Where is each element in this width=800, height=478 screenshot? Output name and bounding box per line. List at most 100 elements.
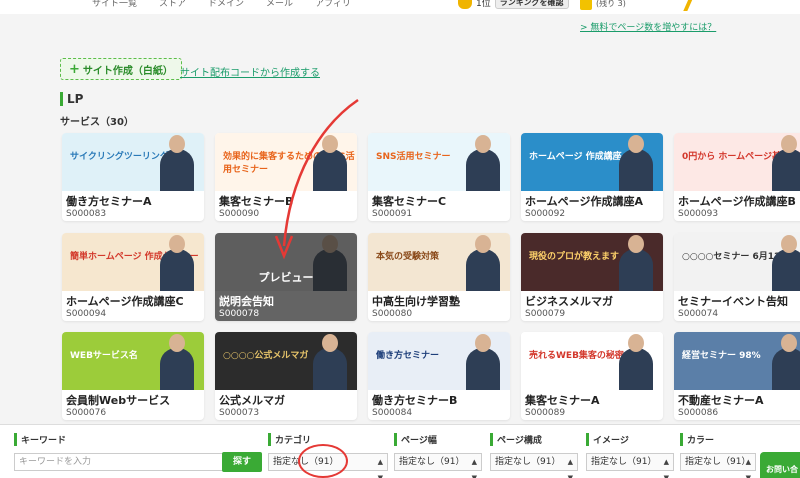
template-name: 集客セミナーC xyxy=(372,195,447,208)
plus-icon: + xyxy=(69,61,80,77)
thumbnail-headline: ○○○○公式メルマガ xyxy=(223,351,309,361)
services-count: サービス（30） xyxy=(60,117,134,128)
create-from-code-link[interactable]: サイト配布コードから作成する xyxy=(180,64,320,79)
annotation-circle xyxy=(298,444,348,478)
image-select[interactable]: 指定なし（91） ▲ ▼ xyxy=(586,453,674,478)
template-card[interactable]: ○○○○公式メルマガ公式メルマガ S000073 xyxy=(215,332,357,420)
nav-item-domain[interactable]: ドメイン xyxy=(208,0,244,9)
section-title: LP xyxy=(60,92,83,106)
top-nav: サイト一覧 ストア ドメイン メール アフィリ 1位 ランキングを確認 (残り … xyxy=(0,0,800,17)
keyword-label: キーワード xyxy=(14,433,66,446)
big-number: 7 xyxy=(680,0,696,17)
template-thumbnail: 売れるWEB集客の秘密 xyxy=(521,332,663,390)
image-label: イメージ xyxy=(586,433,629,446)
template-card[interactable]: ホームページ 作成講座 ホームページ作成講座A S000092 xyxy=(521,133,663,221)
template-name: ホームページ作成講座B xyxy=(678,195,796,208)
template-name: 働き方セミナーB xyxy=(372,394,458,407)
nav-item-store[interactable]: ストア xyxy=(159,0,186,9)
template-thumbnail: 簡単ホームページ 作成セミナー xyxy=(62,233,204,291)
thumbnail-headline: 経営セミナー 98% xyxy=(682,351,761,361)
template-card[interactable]: WEBサービス名 会員制Webサービス S000076 xyxy=(62,332,204,420)
chevron-down-icon: ▲ ▼ xyxy=(745,458,751,478)
template-card[interactable]: SNS活用セミナー 集客セミナーC S000091 xyxy=(368,133,510,221)
color-value: 指定なし（91） xyxy=(685,457,751,467)
thumbnail-person xyxy=(619,135,653,191)
thumbnail-person xyxy=(619,334,653,390)
width-label: ページ幅 xyxy=(394,433,437,446)
structure-select[interactable]: 指定なし（91） ▲ ▼ xyxy=(490,453,578,478)
template-card[interactable]: 売れるWEB集客の秘密 集客セミナーA S000089 xyxy=(521,332,663,420)
color-label: カラー xyxy=(680,433,714,446)
structure-value: 指定なし（91） xyxy=(495,457,561,467)
search-button[interactable]: 探す xyxy=(222,452,262,472)
color-select[interactable]: 指定なし（91） ▲ ▼ xyxy=(680,453,756,478)
thumbnail-person xyxy=(313,334,347,390)
template-name: ホームページ作成講座C xyxy=(66,295,184,308)
ranking-widget: 1位 ランキングを確認 xyxy=(458,0,569,9)
nav-item-sites[interactable]: サイト一覧 xyxy=(92,0,137,9)
document-icon xyxy=(580,0,592,10)
nav-item-affiliate[interactable]: アフィリ xyxy=(315,0,351,9)
template-name: 公式メルマガ xyxy=(219,394,285,407)
thumbnail-headline: 現役のプロが教えます xyxy=(529,252,620,262)
template-name: 不動産セミナーA xyxy=(678,394,764,407)
template-name: ホームページ作成講座A xyxy=(525,195,643,208)
thumbnail-headline: 働き方セミナー xyxy=(376,351,440,361)
template-card[interactable]: 0円から ホームページ基礎講座 ホームページ作成講座B S000093 xyxy=(674,133,800,221)
template-card[interactable]: サイクリングツーリング働き方セミナーA S000083 xyxy=(62,133,204,221)
filter-bar: キーワード キーワードを入力 探す カテゴリ 指定なし（91） ▲ ▼ ページ幅 … xyxy=(0,424,800,478)
chevron-down-icon: ▲ ▼ xyxy=(663,458,669,478)
template-code: S000090 xyxy=(219,209,260,219)
thumbnail-person xyxy=(772,235,800,291)
template-name: 中高生向け学習塾 xyxy=(372,295,460,308)
rank-label: 1位 xyxy=(476,0,491,9)
template-thumbnail: 経営セミナー 98% xyxy=(674,332,800,390)
template-code: S000073 xyxy=(219,408,260,418)
template-name: 説明会告知 xyxy=(219,295,274,308)
thumbnail-person xyxy=(466,334,500,390)
category-label: カテゴリ xyxy=(268,433,311,446)
template-card[interactable]: ○○○○セミナー 6月12日 セミナーイベント告知 S000074 xyxy=(674,233,800,321)
template-code: S000086 xyxy=(678,408,719,418)
trophy-icon xyxy=(458,0,472,9)
ranking-button[interactable]: ランキングを確認 xyxy=(494,0,569,9)
thumbnail-person xyxy=(466,235,500,291)
template-code: S000089 xyxy=(525,408,566,418)
thumbnail-headline: WEBサービス名 xyxy=(70,351,138,361)
keyword-input[interactable]: キーワードを入力 xyxy=(14,453,224,471)
thumbnail-person xyxy=(160,334,194,390)
create-button-label: サイト作成（白紙） xyxy=(82,65,173,77)
chevron-down-icon: ▲ ▼ xyxy=(471,458,477,478)
thumbnail-headline: 売れるWEB集客の秘密 xyxy=(529,351,624,361)
template-code: S000083 xyxy=(66,209,107,219)
template-card[interactable]: 本気の受験対策中高生向け学習塾 S000080 xyxy=(368,233,510,321)
pages-remaining: (残り 3) xyxy=(596,0,626,8)
template-code: S000079 xyxy=(525,309,566,319)
create-blank-site-button[interactable]: + サイト作成（白紙） xyxy=(60,58,182,80)
template-name: 会員制Webサービス xyxy=(66,394,171,407)
template-name: 働き方セミナーA xyxy=(66,195,152,208)
thumbnail-person xyxy=(160,135,194,191)
top-nav-links: サイト一覧 ストア ドメイン メール アフィリ xyxy=(92,0,351,9)
template-thumbnail: ○○○○セミナー 6月12日 xyxy=(674,233,800,291)
chevron-down-icon: ▲ ▼ xyxy=(567,458,573,478)
thumbnail-headline: サイクリングツーリング xyxy=(70,152,169,162)
inquiry-button[interactable]: お問い合 xyxy=(760,452,800,478)
template-card[interactable]: 簡単ホームページ 作成セミナー ホームページ作成講座C S000094 xyxy=(62,233,204,321)
template-thumbnail: 働き方セミナー xyxy=(368,332,510,390)
template-card[interactable]: 働き方セミナー 働き方セミナーB S000084 xyxy=(368,332,510,420)
image-value: 指定なし（91） xyxy=(591,457,657,467)
nav-item-mail[interactable]: メール xyxy=(266,0,293,9)
template-card[interactable]: 経営セミナー 98% 不動産セミナーA S000086 xyxy=(674,332,800,420)
thumbnail-person xyxy=(772,135,800,191)
template-code: S000080 xyxy=(372,309,413,319)
template-code: S000092 xyxy=(525,209,566,219)
free-pages-link[interactable]: > 無料でページ数を増やすには？ xyxy=(580,20,716,33)
template-card[interactable]: 現役のプロが教えます ビジネスメルマガ S000079 xyxy=(521,233,663,321)
template-code: S000093 xyxy=(678,209,719,219)
structure-label: ページ構成 xyxy=(490,433,542,446)
template-code: S000078 xyxy=(219,309,260,319)
width-select[interactable]: 指定なし（91） ▲ ▼ xyxy=(394,453,482,478)
template-thumbnail: ○○○○公式メルマガ xyxy=(215,332,357,390)
thumbnail-headline: 本気の受験対策 xyxy=(376,252,440,262)
